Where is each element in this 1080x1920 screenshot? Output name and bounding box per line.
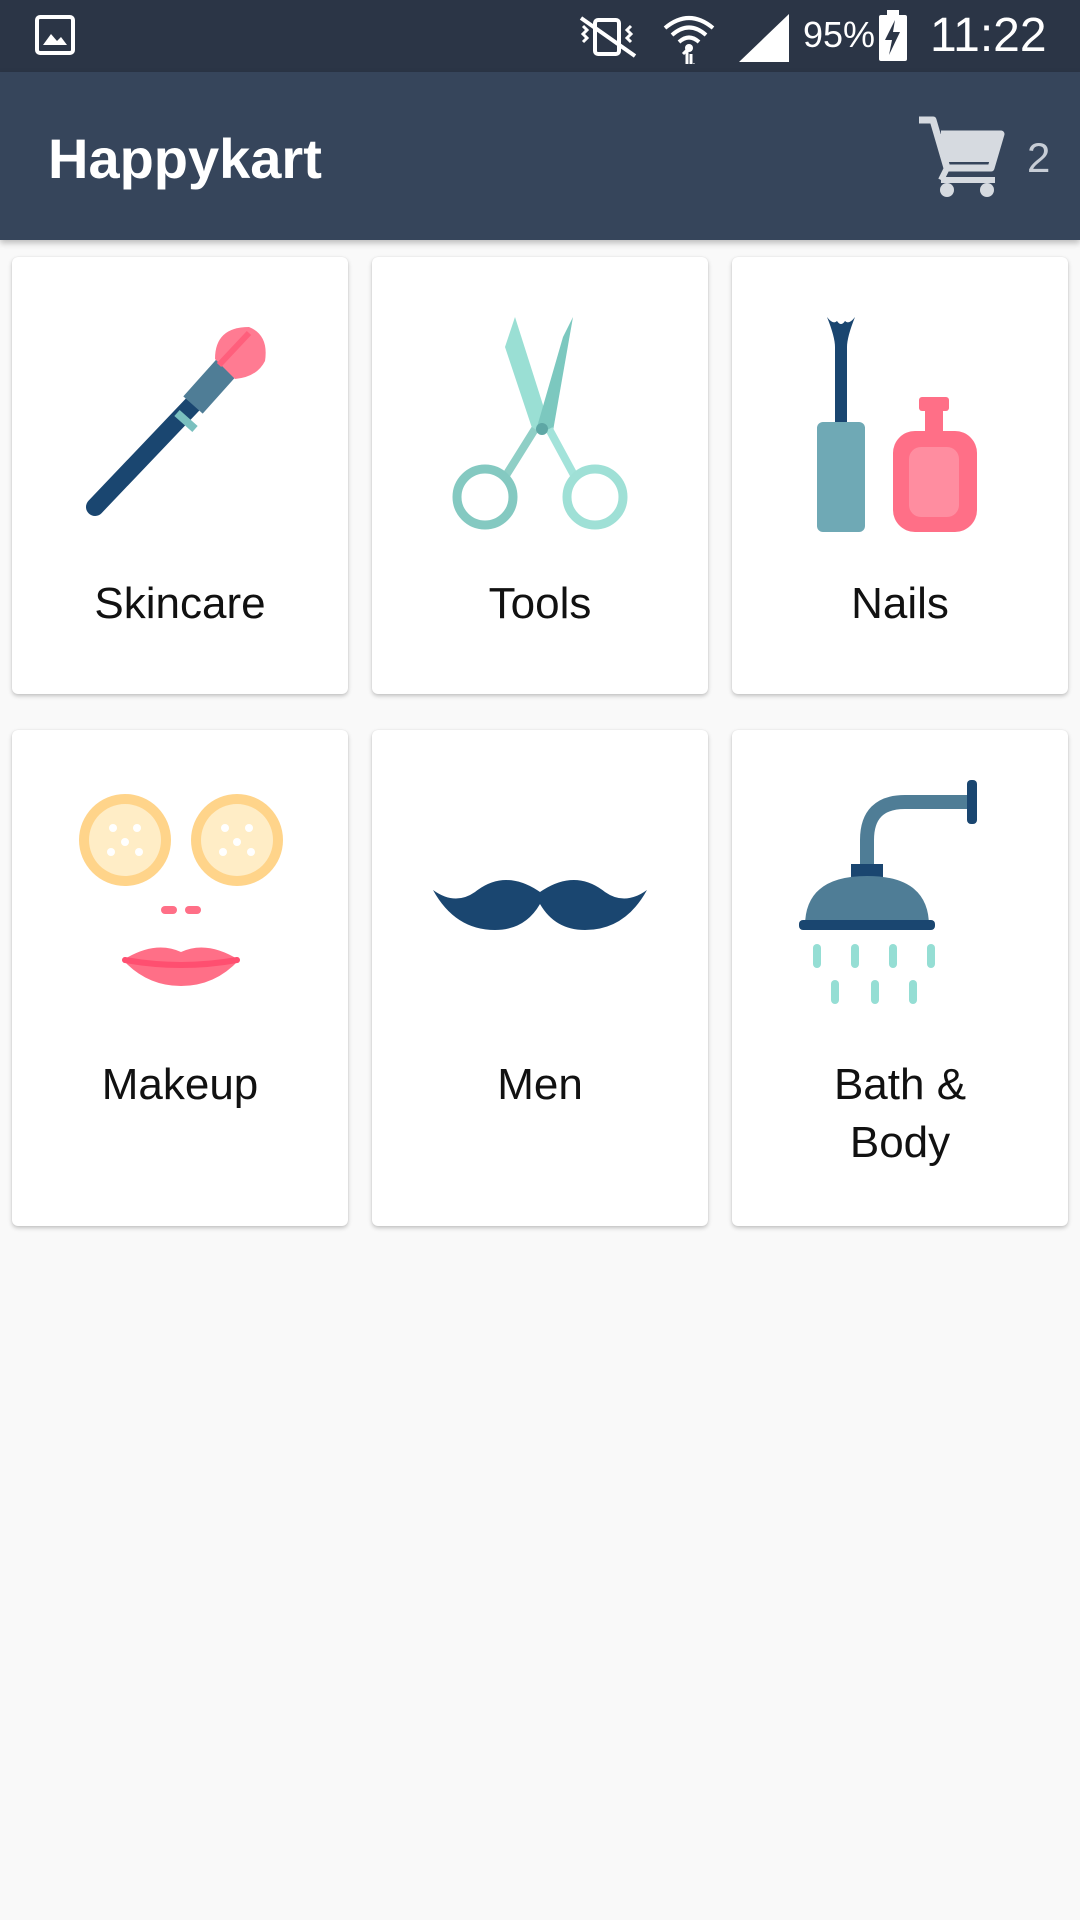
shower-icon [799,780,977,1004]
category-label: Men [497,1060,583,1109]
category-card-makeup[interactable]: Makeup [12,730,348,1226]
gallery-icon [35,15,75,55]
cell-signal-icon [739,14,789,62]
clock: 11:22 [930,9,1047,62]
category-card-bath-body[interactable]: Bath & Body [732,730,1068,1226]
status-bar: 95% 11:22 [0,0,1080,72]
scissors-icon [452,317,628,530]
category-card-skincare[interactable]: Skincare [12,257,348,694]
app-title: Happykart [48,127,322,190]
shopping-cart-icon[interactable] [915,110,1005,200]
makeup-brush-icon [86,327,266,516]
category-label: Bath & Body [833,1060,967,1167]
category-card-men[interactable]: Men [372,730,708,1226]
vibrate-off-icon [579,16,637,58]
wifi-icon [663,16,715,64]
category-card-tools[interactable]: Tools [372,257,708,694]
category-label: Tools [488,579,592,628]
category-card-nails[interactable]: Nails [732,257,1068,694]
category-label: Makeup [101,1060,259,1109]
mustache-icon [433,880,647,930]
cart-button[interactable]: 2 [915,110,1065,206]
cart-count-badge: 2 [1027,134,1051,181]
battery-percent: 95% [803,14,876,55]
nail-polish-icon [817,317,977,532]
category-label: Skincare [94,579,266,628]
system-icons [579,14,789,64]
category-label: Nails [851,579,949,628]
battery-charging-icon [879,10,907,61]
app-bar: Happykart 2 [0,72,1080,240]
face-mask-icon [79,794,283,986]
